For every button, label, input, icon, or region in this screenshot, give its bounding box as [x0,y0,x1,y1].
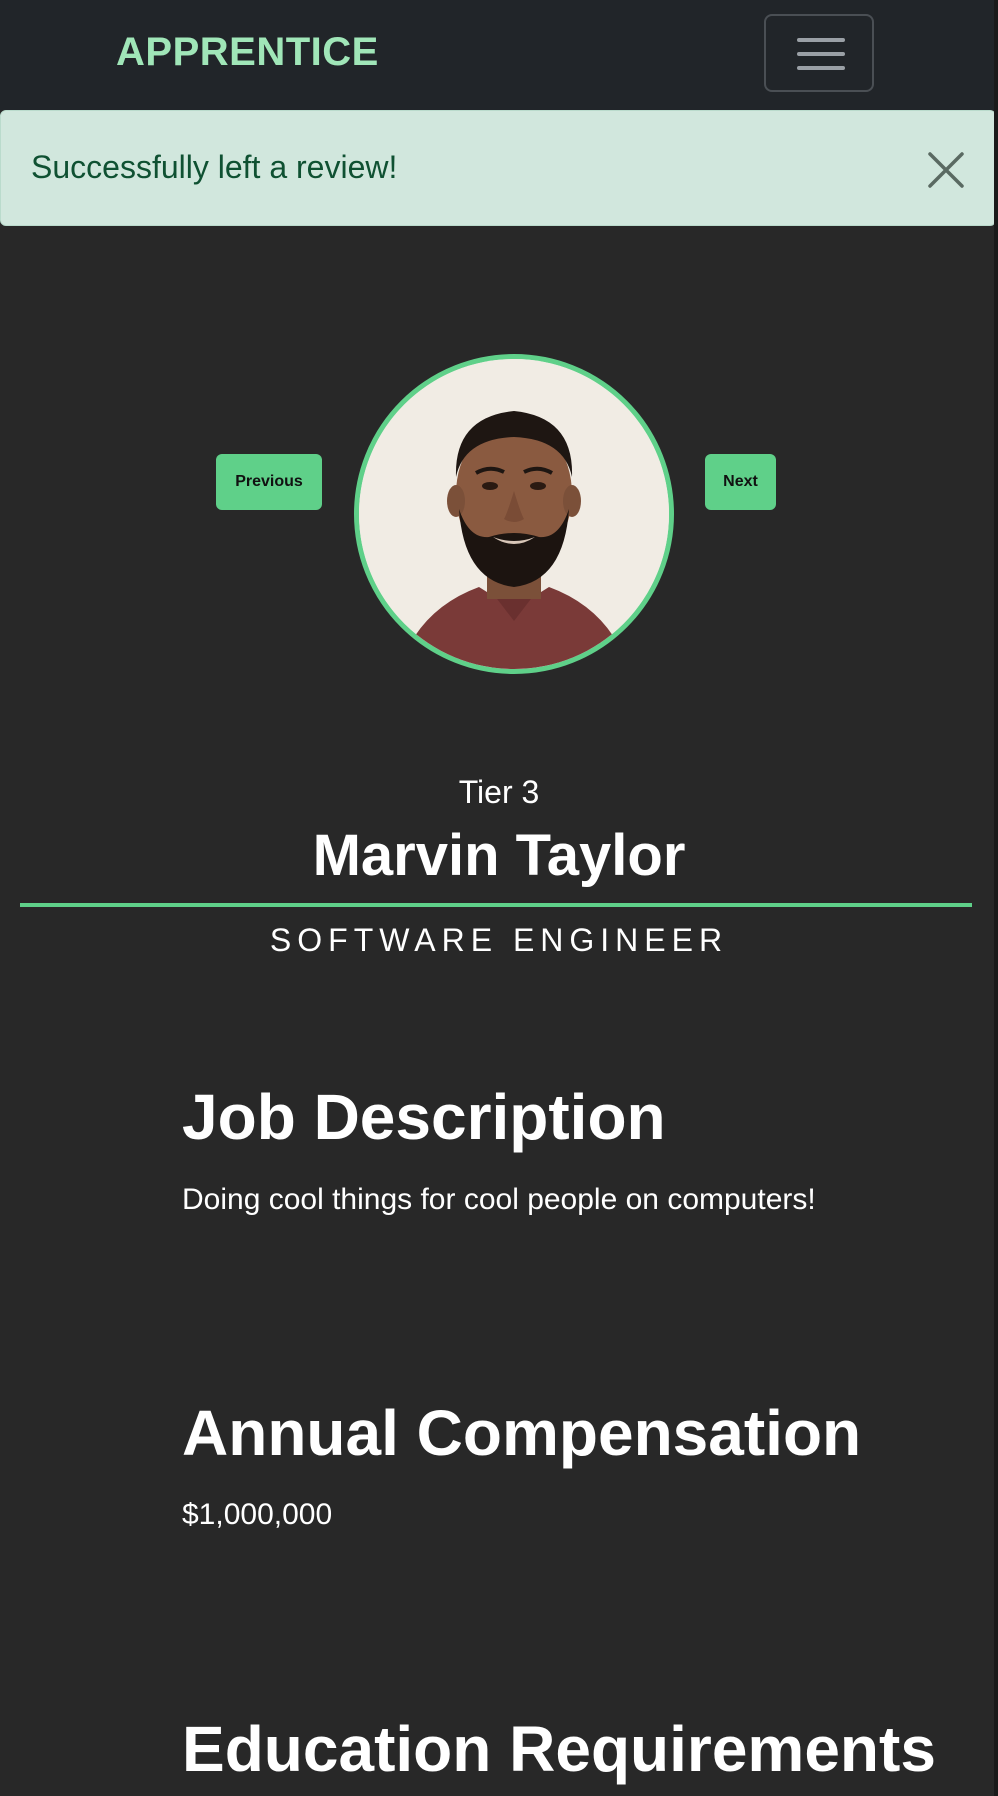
navbar: APPRENTICE [0,0,998,110]
profile-name: Marvin Taylor [312,823,686,888]
previous-button[interactable]: Previous [216,454,322,510]
divider [20,903,972,907]
job-description-text: Doing cool things for cool people on com… [182,1183,816,1216]
education-requirements-heading: Education Requirements [182,1713,936,1785]
annual-compensation-value: $1,000,000 [182,1498,333,1531]
job-description-heading: Job Description [182,1081,666,1153]
profile-photo [359,359,669,669]
alert-message: Successfully left a review! [31,149,398,185]
tier-label: Tier 3 [458,774,540,810]
brand-logo[interactable]: APPRENTICE [116,30,379,75]
scrollbar-track[interactable] [994,0,998,1796]
alert-close-button[interactable] [924,148,968,192]
next-button[interactable]: Next [705,454,776,510]
avatar [354,354,674,674]
close-icon [928,152,964,188]
menu-toggle-button[interactable] [764,14,874,92]
annual-compensation-heading: Annual Compensation [182,1397,862,1469]
success-alert: Successfully left a review! [0,110,996,226]
job-title: SOFTWARE ENGINEER [269,922,729,958]
